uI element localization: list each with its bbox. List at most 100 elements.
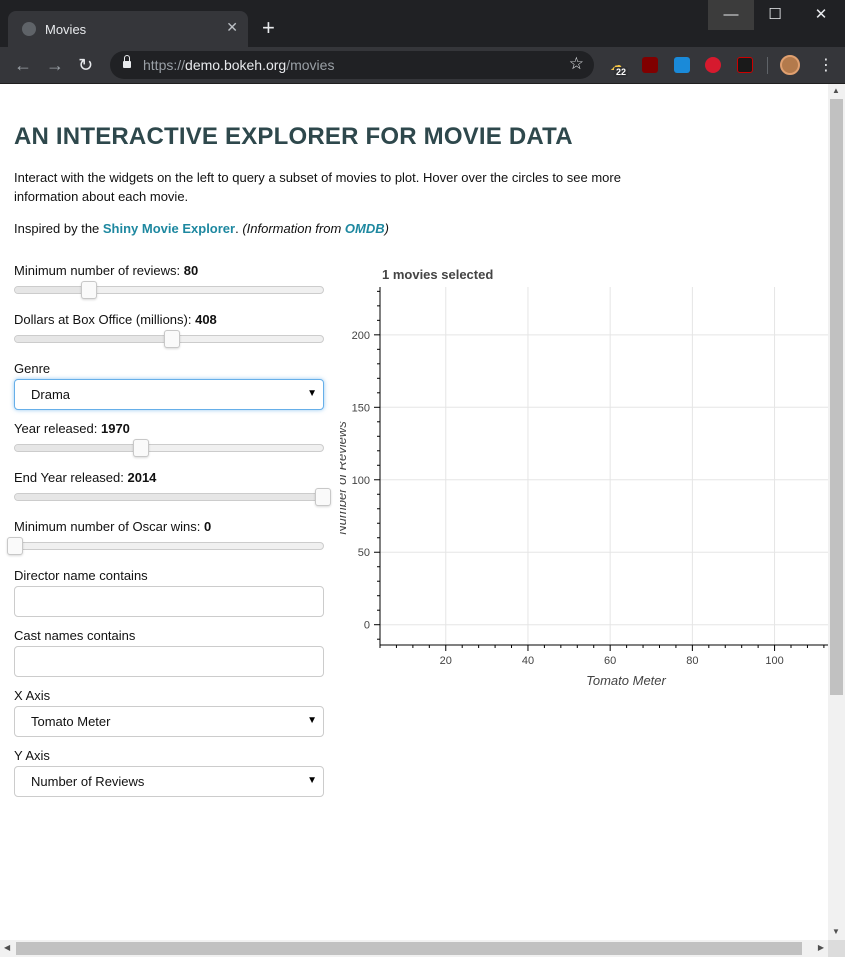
- cast-input[interactable]: [14, 646, 324, 677]
- lock-icon: [123, 55, 131, 68]
- red-extension-icon[interactable]: [705, 57, 721, 73]
- y-tick-label: 200: [352, 330, 370, 342]
- slider-fill: [15, 494, 323, 500]
- genre-label: Genre: [14, 361, 51, 376]
- address-bar[interactable]: https://demo.bokeh.org/movies ☆: [110, 51, 594, 79]
- y-axis-label: Y Axis: [14, 748, 50, 763]
- x-axis-select[interactable]: Tomato Meter ▼: [14, 706, 324, 737]
- y-tick-label: 100: [352, 475, 370, 487]
- minimize-button[interactable]: —: [708, 0, 754, 30]
- slider-fill: [15, 445, 142, 451]
- year-end-value: 2014: [127, 470, 157, 485]
- x-tick-label: 80: [686, 655, 698, 667]
- browser-toolbar: ← → ↻ https://demo.bokeh.org/movies ☆ ☁ …: [0, 47, 845, 84]
- intro-text: Interact with the widgets on the left to…: [14, 170, 621, 204]
- year-end-slider[interactable]: [14, 488, 331, 506]
- slider-handle[interactable]: [164, 330, 181, 348]
- globe-icon: [22, 22, 36, 36]
- dark-extension-icon[interactable]: [737, 57, 753, 73]
- oscar-wins-label: Minimum number of Oscar wins: 0: [14, 519, 211, 534]
- scroll-right-arrow-icon[interactable]: ▶: [818, 943, 824, 952]
- tab-title: Movies: [45, 22, 87, 37]
- chevron-down-icon: ▼: [307, 388, 317, 399]
- back-arrow-icon[interactable]: ←: [14, 55, 32, 75]
- x-tick-label: 40: [522, 655, 534, 667]
- close-window-button[interactable]: ✕: [798, 0, 844, 30]
- vertical-scrollbar[interactable]: ▲ ▼: [828, 84, 845, 940]
- url-scheme: https://: [143, 57, 186, 73]
- y-axis-selected: Number of Reviews: [31, 774, 145, 789]
- x-axis-title: Tomato Meter: [586, 673, 666, 688]
- director-input[interactable]: [14, 586, 324, 617]
- info-prefix: (Information from: [242, 221, 345, 236]
- reload-icon[interactable]: ↻: [78, 55, 93, 75]
- box-office-label-text: Dollars at Box Office (millions):: [14, 312, 196, 327]
- shiny-explorer-link[interactable]: Shiny Movie Explorer: [103, 221, 235, 236]
- genre-selected: Drama: [31, 387, 71, 402]
- page-content: AN INTERACTIVE EXPLORER FOR MOVIE DATA I…: [0, 84, 828, 940]
- browser-titlebar: Movies ✕ + — ☐ ✕: [0, 0, 845, 47]
- min-reviews-slider[interactable]: [14, 281, 324, 299]
- chevron-down-icon: ▼: [307, 775, 317, 786]
- oscar-wins-slider[interactable]: [7, 537, 324, 555]
- cast-label: Cast names contains: [14, 628, 136, 643]
- slider-handle[interactable]: [7, 537, 23, 555]
- scrollbar-corner: [828, 940, 845, 957]
- box-office-label: Dollars at Box Office (millions): 408: [14, 312, 217, 327]
- y-tick-label: 0: [364, 620, 370, 632]
- info-suffix: ): [384, 221, 389, 236]
- slider-handle[interactable]: [80, 281, 97, 299]
- slider-handle[interactable]: [133, 439, 150, 457]
- horizontal-scrollbar[interactable]: ◀ ▶: [0, 940, 828, 957]
- inspired-text: Inspired by the Shiny Movie Explorer. (I…: [14, 221, 389, 236]
- scroll-left-arrow-icon[interactable]: ◀: [4, 943, 10, 952]
- slider-handle[interactable]: [315, 488, 331, 506]
- url-text[interactable]: https://demo.bokeh.org/movies: [143, 57, 334, 73]
- chevron-down-icon: ▼: [307, 715, 317, 726]
- page-title: AN INTERACTIVE EXPLORER FOR MOVIE DATA: [14, 123, 573, 150]
- menu-dots-icon[interactable]: ⋮: [818, 55, 834, 75]
- y-axis-select[interactable]: Number of Reviews ▼: [14, 766, 324, 797]
- ublock-extension-icon[interactable]: [642, 57, 658, 73]
- year-start-slider[interactable]: [14, 439, 324, 457]
- min-reviews-value: 80: [183, 263, 199, 278]
- horizontal-scroll-thumb[interactable]: [16, 942, 802, 955]
- vertical-scroll-thumb[interactable]: [830, 99, 843, 695]
- box-office-slider[interactable]: [14, 330, 324, 348]
- year-end-label-text: End Year released:: [14, 470, 128, 485]
- new-tab-button[interactable]: +: [262, 17, 275, 39]
- year-start-label: Year released: 1970: [14, 421, 130, 436]
- maximize-button[interactable]: ☐: [752, 0, 798, 30]
- director-label: Director name contains: [14, 568, 148, 583]
- weather-badge: 22: [614, 67, 629, 77]
- profile-avatar[interactable]: [780, 55, 800, 75]
- y-tick-label: 50: [358, 547, 370, 559]
- x-axis-label: X Axis: [14, 688, 51, 703]
- year-start-value: 1970: [100, 421, 130, 436]
- close-tab-icon[interactable]: ✕: [226, 19, 238, 36]
- min-reviews-label-text: Minimum number of reviews:: [14, 263, 184, 278]
- x-tick-label: 20: [440, 655, 452, 667]
- scroll-up-arrow-icon[interactable]: ▲: [832, 86, 840, 95]
- blue-extension-icon[interactable]: [674, 57, 690, 73]
- year-end-label: End Year released: 2014: [14, 470, 156, 485]
- info-note: (Information from OMDB): [242, 221, 389, 236]
- scroll-down-arrow-icon[interactable]: ▼: [832, 927, 840, 936]
- slider-fill: [15, 287, 89, 293]
- box-office-value: 408: [195, 312, 217, 327]
- omdb-link[interactable]: OMDB: [345, 221, 385, 236]
- scatter-plot[interactable]: 20 40 60 80 100 0 50 100 150 200 Tomato Meter Numbe…: [340, 279, 828, 699]
- x-tick-label: 100: [765, 655, 783, 667]
- inspired-prefix: Inspired by the: [14, 221, 103, 236]
- oscar-wins-value: 0: [204, 519, 212, 534]
- url-host: demo.bokeh.org: [185, 57, 287, 73]
- toolbar-separator: [767, 57, 768, 74]
- bookmark-star-icon[interactable]: ☆: [569, 54, 584, 74]
- genre-select[interactable]: Drama ▼: [14, 379, 324, 410]
- forward-arrow-icon[interactable]: →: [46, 55, 64, 75]
- year-start-label-text: Year released:: [14, 421, 101, 436]
- browser-tab[interactable]: Movies ✕: [8, 11, 248, 47]
- x-axis-selected: Tomato Meter: [31, 714, 111, 729]
- slider-fill: [15, 336, 173, 342]
- min-reviews-label: Minimum number of reviews: 80: [14, 263, 198, 278]
